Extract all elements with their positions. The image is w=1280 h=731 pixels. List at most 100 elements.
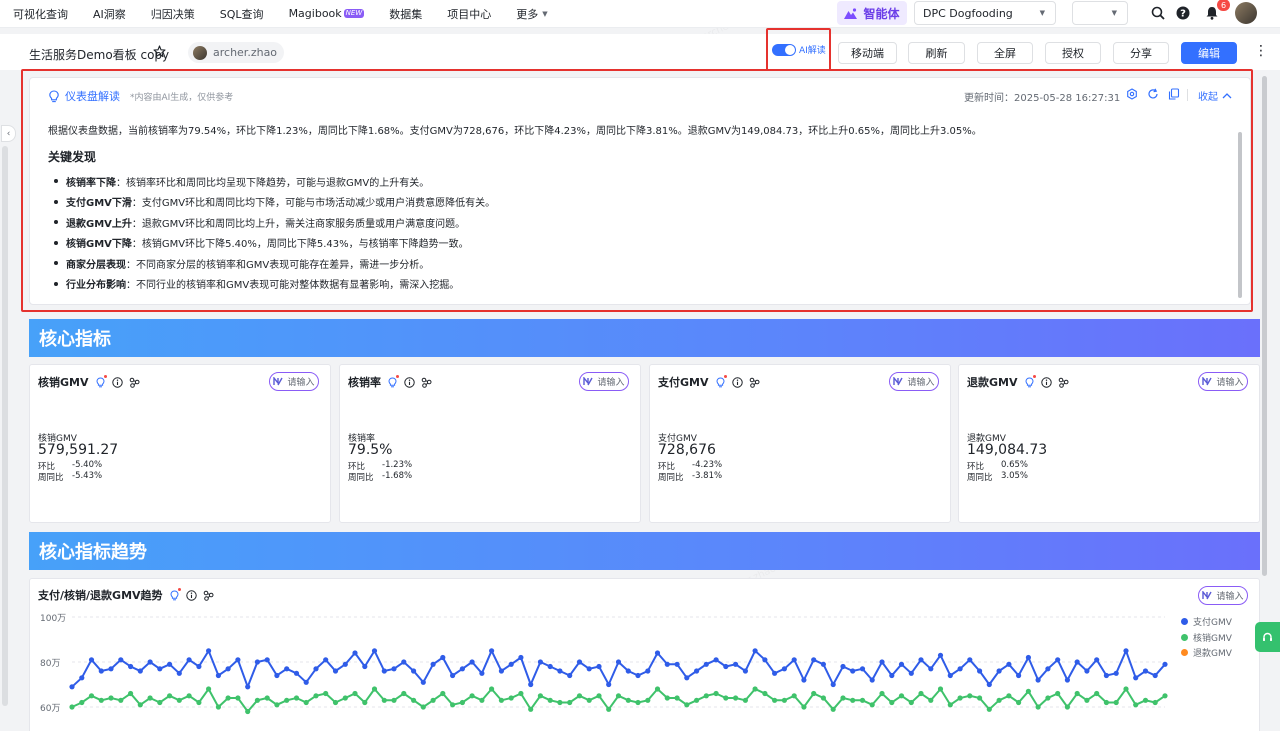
nav-item-visual-query[interactable]: 可视化查询 (13, 6, 68, 22)
data-point[interactable] (176, 697, 182, 703)
data-point[interactable] (986, 706, 992, 712)
data-point[interactable] (293, 670, 300, 676)
data-point[interactable] (147, 659, 153, 665)
data-point[interactable] (1064, 704, 1070, 710)
data-point[interactable] (498, 697, 504, 703)
data-point[interactable] (391, 666, 397, 672)
agent-button[interactable]: 智能体 (837, 1, 907, 25)
data-point[interactable] (918, 690, 924, 697)
data-point[interactable] (733, 661, 739, 667)
data-point[interactable] (596, 663, 602, 670)
data-point[interactable] (567, 672, 573, 679)
data-point[interactable] (167, 661, 173, 667)
data-point[interactable] (645, 668, 651, 674)
data-point[interactable] (1162, 693, 1168, 699)
data-point[interactable] (469, 693, 475, 699)
data-point[interactable] (352, 650, 358, 656)
data-point[interactable] (489, 648, 495, 654)
data-point[interactable] (1006, 693, 1012, 699)
attribution-icon[interactable] (129, 377, 140, 388)
ask-ai-button[interactable]: 请输入 (269, 372, 319, 391)
edit-button[interactable]: 编辑 (1181, 42, 1237, 64)
data-point[interactable] (508, 695, 514, 701)
data-point[interactable] (928, 697, 934, 703)
star-icon[interactable] (153, 45, 166, 58)
data-point[interactable] (284, 666, 290, 672)
data-point[interactable] (859, 666, 866, 672)
data-point[interactable] (635, 699, 641, 706)
data-point[interactable] (118, 697, 124, 703)
data-point[interactable] (411, 668, 417, 674)
data-point[interactable] (840, 663, 846, 670)
data-point[interactable] (401, 690, 407, 697)
nav-item-projects[interactable]: 项目中心 (447, 6, 491, 22)
attribution-icon[interactable] (1058, 377, 1069, 388)
nav-item-attribution[interactable]: 归因决策 (151, 6, 195, 22)
nav-item-more[interactable]: 更多 ▼ (516, 6, 547, 22)
data-point[interactable] (986, 681, 992, 688)
data-point[interactable] (108, 695, 114, 701)
data-point[interactable] (323, 690, 329, 697)
data-point[interactable] (977, 695, 983, 701)
data-point[interactable] (898, 693, 905, 699)
data-point[interactable] (528, 681, 534, 688)
nav-item-ai-insight[interactable]: AI洞察 (93, 6, 126, 22)
data-point[interactable] (664, 695, 670, 701)
data-point[interactable] (615, 659, 622, 665)
data-point[interactable] (635, 672, 641, 679)
data-point[interactable] (1094, 690, 1100, 697)
nav-item-datasets[interactable]: 数据集 (389, 6, 422, 22)
data-point[interactable] (79, 699, 85, 706)
data-point[interactable] (303, 679, 309, 685)
data-point[interactable] (450, 702, 456, 708)
data-point[interactable] (508, 661, 514, 667)
data-point[interactable] (967, 657, 973, 663)
data-point[interactable] (1084, 697, 1090, 703)
data-point[interactable] (264, 657, 270, 663)
data-point[interactable] (654, 686, 661, 692)
data-point[interactable] (293, 695, 300, 701)
data-point[interactable] (118, 657, 124, 663)
data-point[interactable] (742, 697, 749, 703)
data-point[interactable] (547, 697, 553, 703)
data-point[interactable] (684, 675, 690, 681)
info-icon[interactable] (731, 376, 743, 388)
data-point[interactable] (167, 693, 173, 699)
data-point[interactable] (762, 690, 768, 697)
lightbulb-icon[interactable] (95, 374, 107, 388)
data-point[interactable] (69, 704, 75, 710)
data-point[interactable] (420, 679, 426, 685)
nav-item-sql-query[interactable]: SQL查询 (220, 6, 264, 22)
data-point[interactable] (1142, 668, 1149, 674)
data-point[interactable] (1084, 668, 1090, 674)
data-point[interactable] (1162, 661, 1168, 667)
data-point[interactable] (801, 704, 807, 710)
lightbulb-icon[interactable] (387, 374, 399, 388)
data-point[interactable] (479, 697, 485, 703)
data-point[interactable] (459, 666, 465, 672)
data-point[interactable] (889, 699, 895, 706)
attribution-icon[interactable] (749, 377, 760, 388)
data-point[interactable] (1035, 677, 1041, 683)
data-point[interactable] (206, 648, 212, 654)
data-point[interactable] (752, 686, 758, 692)
support-icon[interactable] (1255, 622, 1280, 652)
data-point[interactable] (342, 661, 348, 667)
data-point[interactable] (723, 695, 729, 701)
data-point[interactable] (362, 663, 368, 670)
data-point[interactable] (1006, 661, 1012, 667)
data-point[interactable] (1016, 699, 1022, 706)
help-icon[interactable]: ? (1176, 6, 1190, 20)
data-point[interactable] (196, 699, 202, 706)
legend-item[interactable]: 核销GMV (1181, 630, 1232, 646)
data-point[interactable] (811, 657, 817, 663)
data-point[interactable] (1113, 699, 1119, 706)
data-point[interactable] (430, 697, 436, 703)
share-button[interactable]: 分享 (1113, 42, 1169, 64)
data-point[interactable] (811, 690, 817, 697)
data-point[interactable] (1055, 657, 1061, 663)
data-point[interactable] (694, 668, 700, 674)
trend-chart[interactable] (30, 579, 1261, 731)
data-point[interactable] (371, 648, 378, 654)
data-point[interactable] (567, 699, 573, 706)
